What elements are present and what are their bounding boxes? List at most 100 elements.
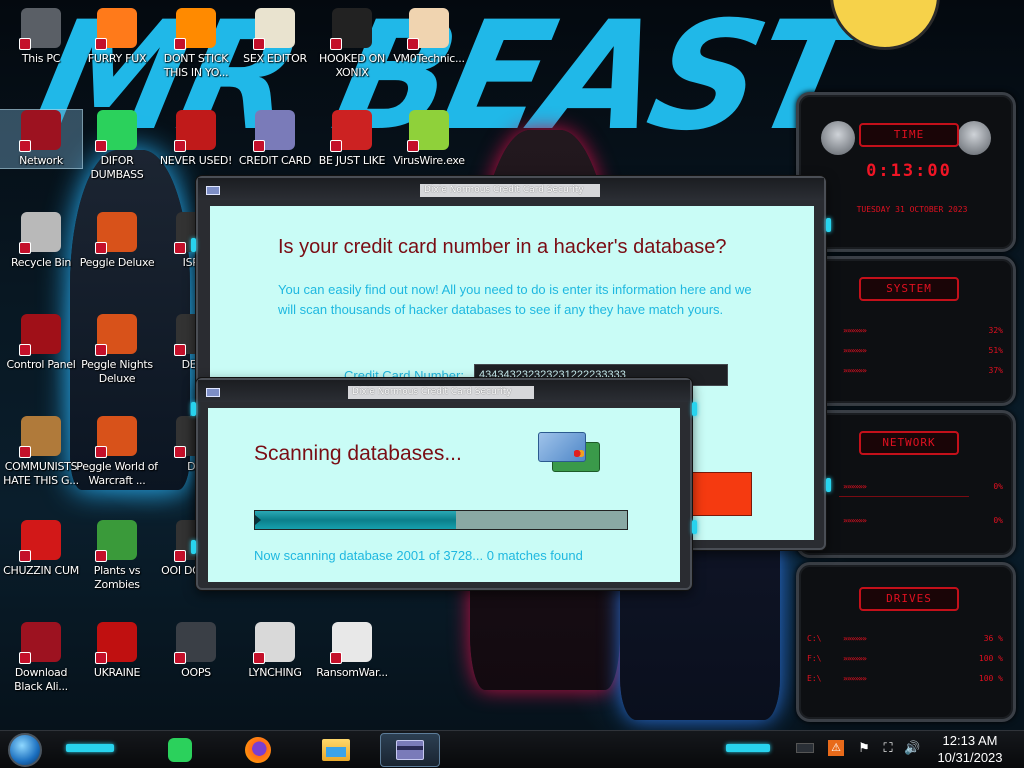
main-description: You can easily find out now! All you nee… [278, 282, 752, 317]
drives-row-value: 36 % [983, 634, 1003, 643]
desktop-icon-peggle-world-of-warcraft[interactable]: Peggle World of Warcraft ... [76, 416, 158, 488]
desktop-icon-hooked-on-xonix[interactable]: HOOKED ON XONIX [311, 8, 393, 80]
window-titlebar[interactable]: Dixie Normous Credit Card Security [198, 178, 824, 200]
drives-row-bar: »»»»»» [843, 634, 867, 643]
desktop-icon-label: CHUZZIN CUM [3, 564, 79, 577]
taskbar-firefox-button[interactable] [228, 733, 288, 767]
window-titlebar[interactable]: Dixie Normous Credit Card Security [198, 380, 690, 402]
system-gadget[interactable]: SYSTEM CPU»»»»»»32%RAM»»»»»»51%SWAP»»»»»… [796, 256, 1016, 406]
lime-icon [407, 110, 449, 152]
control-panel-icon [19, 314, 61, 356]
system-row: SWAP»»»»»»37% [807, 363, 1003, 379]
network-tray-icon[interactable]: ⛶ [880, 740, 896, 756]
desktop-icon-label: Peggle Nights Deluxe [81, 358, 153, 385]
skull-icon [330, 622, 372, 664]
desktop-icon-never-used[interactable]: NEVER USED! [155, 110, 237, 168]
scan-progress-bar [254, 510, 628, 530]
network-row-value: 0% [993, 516, 1003, 525]
shortcut-badge-icon [95, 38, 107, 50]
drives-row: E:\ »»»»»» 100 % [807, 671, 1003, 687]
shortcut-badge-icon [19, 242, 31, 254]
desktop-icon-recycle-bin[interactable]: Recycle Bin [0, 212, 82, 270]
desktop-icon-plants-vs-zombies[interactable]: Plants vs Zombies [76, 520, 158, 592]
desktop-icon-ukraine[interactable]: UKRAINE [76, 622, 158, 680]
time-gadget-header: TIME [859, 123, 959, 147]
taskbar-clock[interactable]: 12:13 AM 10/31/2023 [926, 731, 1014, 768]
desktop-icon-peggle-deluxe[interactable]: Peggle Deluxe [76, 212, 158, 270]
desktop-icon-label: RansomWar... [316, 666, 388, 679]
desktop-icon-viruswire-exe[interactable]: VirusWire.exe [388, 110, 470, 168]
desktop-icon-network[interactable]: Network [0, 109, 83, 169]
shortcut-badge-icon [95, 550, 107, 562]
chat-app-icon [168, 738, 192, 762]
desktop-icon-control-panel[interactable]: Control Panel [0, 314, 82, 372]
drives-row-bar: »»»»»» [843, 674, 867, 683]
desktop-icon-lynching[interactable]: LYNCHING [234, 622, 316, 680]
window-edge-light [191, 402, 196, 416]
main-heading: Is your credit card number in a hacker's… [278, 236, 727, 258]
desktop-icon-vm0technic[interactable]: VM0Technic... [388, 8, 470, 66]
chat-app-icon [95, 110, 137, 152]
desktop-icon-difor-dumbass[interactable]: DIFOR DUMBASS [76, 110, 158, 182]
tray-app-icon[interactable]: ⚠ [828, 740, 844, 756]
desktop-icon-dont-stick-this-in-yo[interactable]: DONT STICK THIS IN YO... [155, 8, 237, 80]
peggle-icon [95, 416, 137, 458]
shortcut-badge-icon [330, 140, 342, 152]
show-desktop-icon[interactable] [796, 743, 814, 753]
window-app-icon [206, 388, 220, 397]
desktop-icon-sex-editor[interactable]: SEX EDITOR [234, 8, 316, 66]
window-title: Dixie Normous Credit Card Security [348, 386, 534, 399]
desktop-icon-label: COMMUNISTS HATE THIS G... [3, 460, 79, 487]
window-edge-light [692, 520, 697, 534]
desktop-icon-label: Network [19, 154, 63, 167]
shortcut-badge-icon [174, 344, 186, 356]
scan-status-text: Now scanning database 2001 of 3728... 0 … [254, 548, 583, 563]
desktop-icon-label: CREDIT CARD [238, 154, 312, 167]
desktop-icon-chuzzin-cum[interactable]: CHUZZIN CUM [0, 520, 82, 578]
scan-button[interactable] [692, 472, 752, 516]
network-orb-icon [19, 622, 61, 664]
drives-gadget[interactable]: DRIVES C:\ »»»»»» 36 % F:\ »»»»»» 100 % E:\ »»»… [796, 562, 1016, 722]
scanning-window[interactable]: Dixie Normous Credit Card Security Scann… [191, 378, 697, 590]
shortcut-badge-icon [174, 446, 186, 458]
taskbar-credit-card-button[interactable] [380, 733, 440, 767]
desktop-icon-this-pc[interactable]: This PC [0, 8, 82, 66]
desktop-icon-oops[interactable]: OOPS [155, 622, 237, 680]
shortcut-badge-icon [174, 550, 186, 562]
shortcut-badge-icon [19, 652, 31, 664]
desktop-icon-communists-hate-this-g[interactable]: COMMUNISTS HATE THIS G... [0, 416, 82, 488]
desktop-icon-download-black-ali[interactable]: Download Black Ali... [0, 622, 82, 694]
taskbar-file-explorer-button[interactable] [306, 733, 366, 767]
radiation-icon [95, 622, 137, 664]
taskbar-chat-button[interactable] [150, 733, 210, 767]
window-edge-light [191, 540, 196, 554]
shortcut-badge-icon [174, 140, 186, 152]
desktop-icon-ransomwar[interactable]: RansomWar... [311, 622, 393, 680]
shortcut-badge-icon [95, 344, 107, 356]
credit-cards-icon [538, 432, 602, 476]
oops-icon [174, 622, 216, 664]
taskbar-deco-light [726, 744, 770, 752]
shortcut-badge-icon [95, 446, 107, 458]
firefox-icon [245, 737, 271, 763]
clock-date: 10/31/2023 [937, 750, 1003, 765]
desktop-icon-peggle-nights-deluxe[interactable]: Peggle Nights Deluxe [76, 314, 158, 386]
desktop-icon-furry-fux[interactable]: FURRY FUX [76, 8, 158, 66]
drives-row-value: 100 % [978, 674, 1003, 683]
desktop-icon-label: BE JUST LIKE [318, 154, 386, 167]
volume-icon[interactable]: 🔊 [904, 740, 920, 756]
start-orb-button[interactable] [8, 733, 42, 767]
shortcut-badge-icon [95, 140, 107, 152]
desktop-icon-be-just-like[interactable]: BE JUST LIKE [311, 110, 393, 168]
shortcut-badge-icon [253, 140, 265, 152]
network-row-value: 0% [993, 482, 1003, 491]
shortcut-badge-icon [407, 140, 419, 152]
system-row-value: 51% [988, 346, 1003, 355]
desktop-icon-label: UKRAINE [93, 666, 141, 679]
action-center-flag-icon[interactable]: ⚑ [856, 740, 872, 756]
xonix-game-icon [330, 8, 372, 50]
desktop-icon-credit-card[interactable]: CREDIT CARD [234, 110, 316, 168]
drives-row: F:\ »»»»»» 100 % [807, 651, 1003, 667]
system-row-bar: »»»»»» [843, 366, 867, 375]
system-row: RAM»»»»»»51% [807, 343, 1003, 359]
